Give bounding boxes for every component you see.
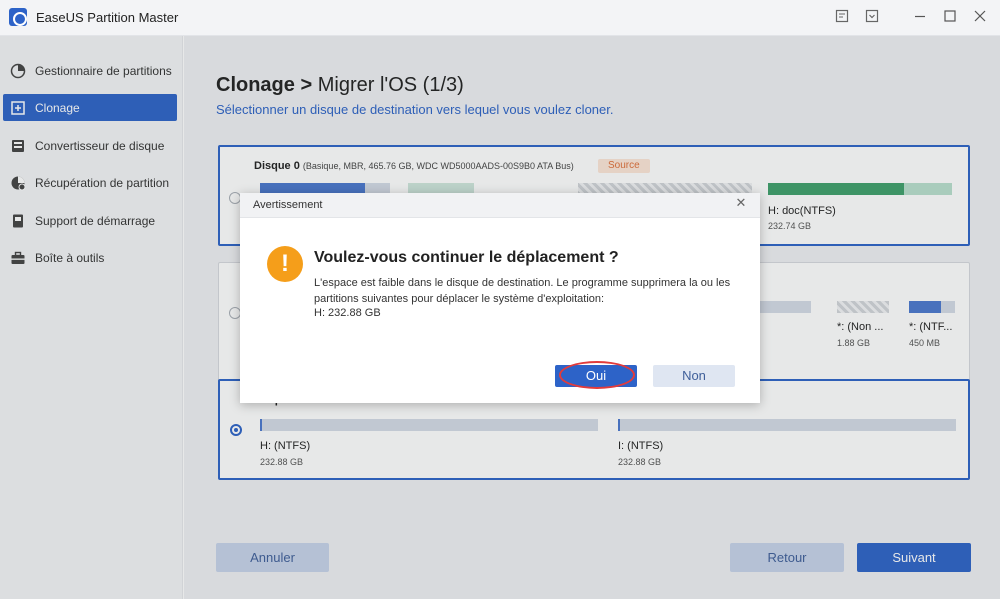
dialog-detail: H: 232.88 GB [314,307,381,319]
warning-dialog: Avertissement ✕ ! Voulez-vous continuer … [240,193,760,403]
app-title: EaseUS Partition Master [36,10,179,25]
feedback-icon[interactable] [833,9,851,27]
close-icon[interactable] [971,9,989,27]
title-bar: EaseUS Partition Master [0,0,1000,36]
minimize-icon[interactable] [911,9,929,27]
highlight-ring [559,361,635,389]
close-icon[interactable]: ✕ [734,197,748,211]
maximize-icon[interactable] [941,9,959,27]
dialog-title: Avertissement [253,199,323,211]
no-button[interactable]: Non [653,365,735,387]
menu-icon[interactable] [863,9,881,27]
dialog-heading: Voulez-vous continuer le déplacement ? [314,249,619,266]
app-logo-icon [9,8,27,26]
dialog-header: Avertissement ✕ [240,193,760,218]
warning-icon: ! [267,246,303,282]
dialog-message: L'espace est faible dans le disque de de… [314,277,731,305]
